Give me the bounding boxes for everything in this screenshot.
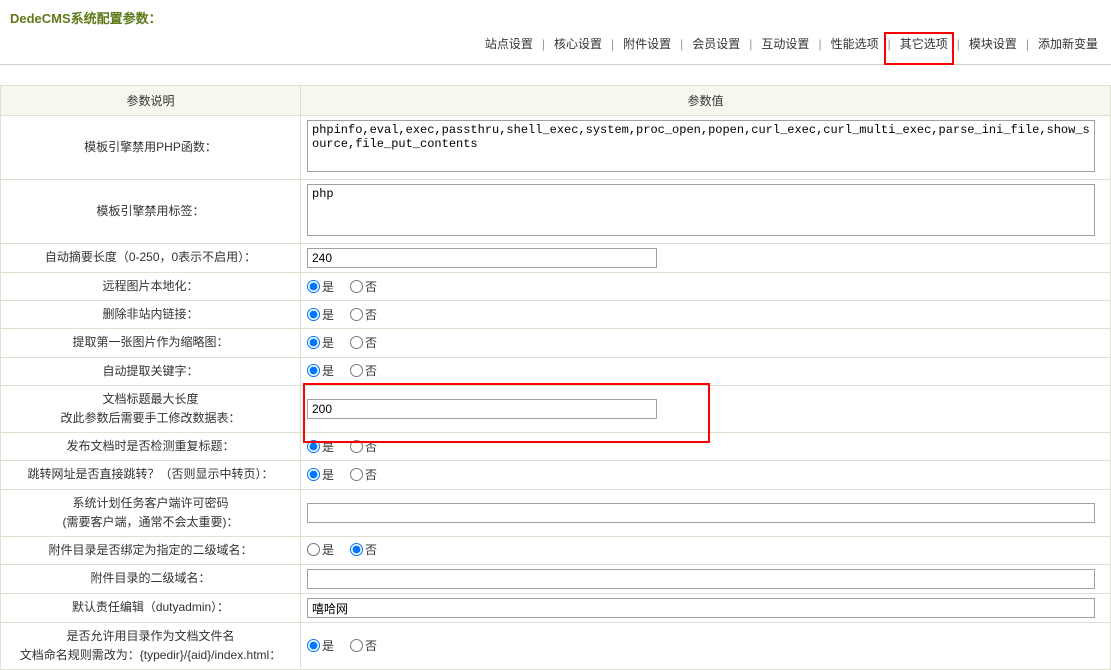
row-forbid-tags: 模板引擎禁用标签： php (1, 180, 1111, 244)
label-auto-abstract: 自动摘要长度（0-250，0表示不启用）： (1, 244, 301, 273)
radio-attach-sub-yes[interactable] (307, 543, 320, 556)
row-attach-subdomain: 附件目录是否绑定为指定的二级域名： 是 否 (1, 536, 1111, 564)
tabs-nav: 站点设置 | 核心设置 | 附件设置 | 会员设置 | 互动设置 | 性能选项 … (477, 31, 1106, 56)
input-title-maxlen[interactable] (307, 399, 657, 419)
tab-interaction[interactable]: 互动设置 (753, 31, 817, 56)
input-auto-abstract[interactable] (307, 248, 657, 268)
input-php-funcs[interactable]: phpinfo,eval,exec,passthru,shell_exec,sy… (307, 120, 1095, 172)
radio-jump-yes[interactable] (307, 468, 320, 481)
label-duty-admin: 默认责任编辑（dutyadmin）： (1, 594, 301, 623)
label-jump-direct: 跳转网址是否直接跳转？（否则显示中转页）： (1, 461, 301, 489)
tab-attachment[interactable]: 附件设置 (615, 31, 679, 56)
tab-core[interactable]: 核心设置 (546, 31, 610, 56)
radio-auto-kw-yes[interactable] (307, 364, 320, 377)
radio-dup-title-yes[interactable] (307, 440, 320, 453)
radio-del-nonsite-yes[interactable] (307, 308, 320, 321)
radio-del-nonsite-no[interactable] (350, 308, 363, 321)
row-title-maxlen: 文档标题最大长度 改此参数后需要手工修改数据表： (1, 385, 1111, 432)
radio-attach-sub-no[interactable] (350, 543, 363, 556)
label-dir-as-filename: 是否允许用目录作为文档文件名 文档命名规则需改为：{typedir}/{aid}… (1, 623, 301, 670)
column-header-desc: 参数说明 (1, 86, 301, 116)
row-remote-img: 远程图片本地化： 是 否 (1, 273, 1111, 301)
radio-remote-img-no[interactable] (350, 280, 363, 293)
input-duty-admin[interactable] (307, 598, 1095, 618)
radio-jump-no[interactable] (350, 468, 363, 481)
row-duty-admin: 默认责任编辑（dutyadmin）： (1, 594, 1111, 623)
tab-add-variable[interactable]: 添加新变量 (1030, 31, 1106, 56)
label-attach-domain: 附件目录的二级域名： (1, 565, 301, 594)
label-first-img-thumb: 提取第一张图片作为缩略图： (1, 329, 301, 357)
label-attach-subdomain: 附件目录是否绑定为指定的二级域名： (1, 536, 301, 564)
config-table: 参数说明 参数值 模板引擎禁用PHP函数： phpinfo,eval,exec,… (0, 85, 1111, 670)
column-header-value: 参数值 (301, 86, 1111, 116)
tab-site[interactable]: 站点设置 (477, 31, 541, 56)
row-check-dup-title: 发布文档时是否检测重复标题： 是 否 (1, 433, 1111, 461)
radio-first-img-no[interactable] (350, 336, 363, 349)
row-php-funcs: 模板引擎禁用PHP函数： phpinfo,eval,exec,passthru,… (1, 116, 1111, 180)
input-attach-domain[interactable] (307, 569, 1095, 589)
label-title-maxlen: 文档标题最大长度 改此参数后需要手工修改数据表： (1, 385, 301, 432)
radio-dir-fname-yes[interactable] (307, 639, 320, 652)
label-schedule-pwd: 系统计划任务客户端许可密码 (需要客户端，通常不会太重要)： (1, 489, 301, 536)
row-jump-direct: 跳转网址是否直接跳转？（否则显示中转页）： 是 否 (1, 461, 1111, 489)
row-first-img-thumb: 提取第一张图片作为缩略图： 是 否 (1, 329, 1111, 357)
tab-member[interactable]: 会员设置 (684, 31, 748, 56)
input-schedule-pwd[interactable] (307, 503, 1095, 523)
row-del-nonsite: 删除非站内链接： 是 否 (1, 301, 1111, 329)
input-forbid-tags[interactable]: php (307, 184, 1095, 236)
label-remote-img: 远程图片本地化： (1, 273, 301, 301)
radio-auto-kw-no[interactable] (350, 364, 363, 377)
radio-first-img-yes[interactable] (307, 336, 320, 349)
row-auto-keywords: 自动提取关键字： 是 否 (1, 357, 1111, 385)
radio-dup-title-no[interactable] (350, 440, 363, 453)
label-check-dup-title: 发布文档时是否检测重复标题： (1, 433, 301, 461)
radio-remote-img-yes[interactable] (307, 280, 320, 293)
tab-other[interactable]: 其它选项 (892, 31, 956, 56)
page-header: DedeCMS系统配置参数： 站点设置 | 核心设置 | 附件设置 | 会员设置… (0, 0, 1111, 65)
label-forbid-tags: 模板引擎禁用标签： (1, 180, 301, 244)
label-php-funcs: 模板引擎禁用PHP函数： (1, 116, 301, 180)
row-attach-domain: 附件目录的二级域名： (1, 565, 1111, 594)
tab-module[interactable]: 模块设置 (961, 31, 1025, 56)
row-schedule-pwd: 系统计划任务客户端许可密码 (需要客户端，通常不会太重要)： (1, 489, 1111, 536)
label-del-nonsite: 删除非站内链接： (1, 301, 301, 329)
page-title: DedeCMS系统配置参数： (10, 8, 1101, 27)
label-auto-keywords: 自动提取关键字： (1, 357, 301, 385)
radio-dir-fname-no[interactable] (350, 639, 363, 652)
row-dir-as-filename: 是否允许用目录作为文档文件名 文档命名规则需改为：{typedir}/{aid}… (1, 623, 1111, 670)
row-auto-abstract: 自动摘要长度（0-250，0表示不启用）： (1, 244, 1111, 273)
tab-performance[interactable]: 性能选项 (823, 31, 887, 56)
